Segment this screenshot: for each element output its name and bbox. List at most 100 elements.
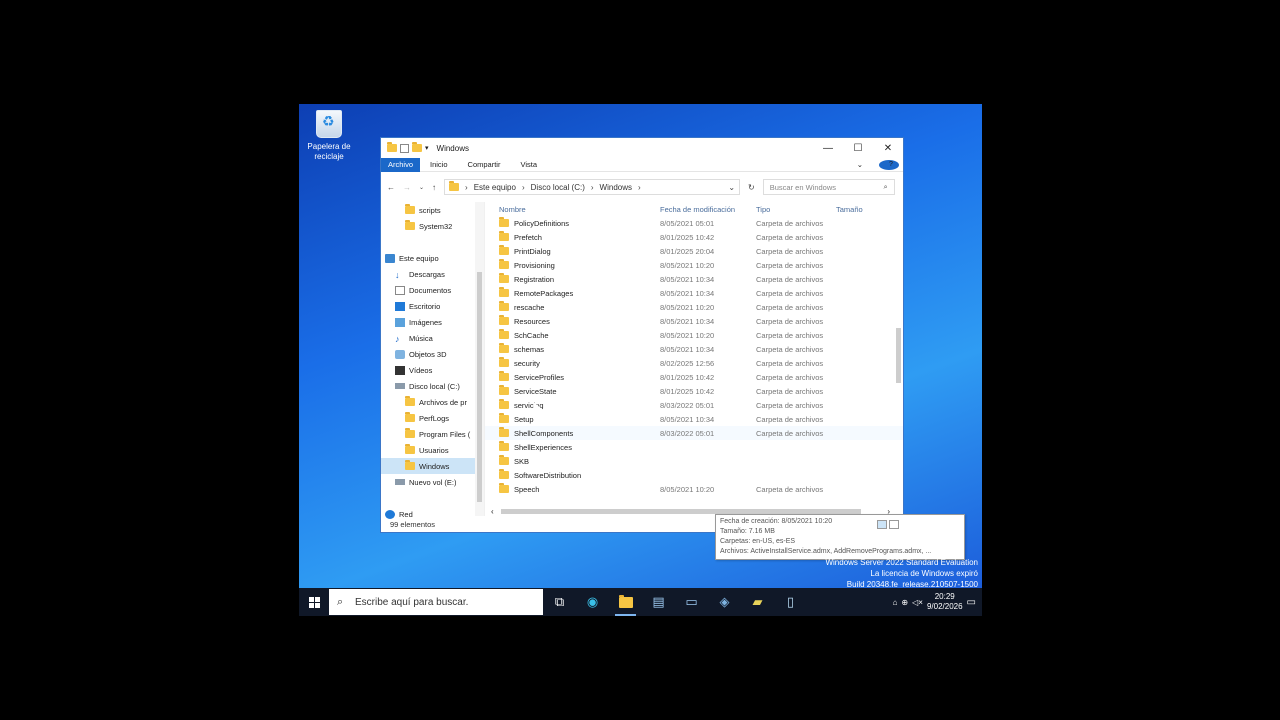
back-button[interactable]: ←: [387, 183, 395, 192]
address-bar[interactable]: › Este equipo › Disco local (C:) › Windo…: [444, 179, 741, 195]
globe-tray-icon[interactable]: ⊕: [901, 598, 908, 607]
objects-3d-icon: [395, 349, 405, 359]
large-icons-view-icon[interactable]: [889, 519, 899, 529]
recent-locations-icon[interactable]: ⌄: [419, 184, 424, 191]
recycle-bin[interactable]: Papelera de reciclaje: [305, 110, 353, 162]
nav-item[interactable]: Documentos: [381, 282, 484, 298]
file-row[interactable]: Registration 8/05/2021 10:34 Carpeta de ar…: [485, 272, 903, 286]
nav-item[interactable]: scripts: [381, 202, 484, 218]
clock[interactable]: 20:29 9/02/2026: [927, 592, 963, 612]
expand-ribbon-icon[interactable]: ⌄: [847, 160, 873, 170]
scroll-left-icon[interactable]: ‹: [485, 507, 494, 516]
breadcrumb-separator: ›: [638, 182, 641, 192]
pictures-icon: [395, 317, 405, 327]
file-row[interactable]: SchCache 8/05/2021 10:20 Carpeta de archiv…: [485, 328, 903, 342]
breadcrumb-este-equipo[interactable]: Este equipo: [474, 183, 516, 192]
edge-icon[interactable]: ◉: [576, 588, 609, 616]
help-icon[interactable]: ?: [879, 159, 899, 170]
minimize-button[interactable]: —: [813, 143, 843, 154]
scroll-thumb[interactable]: [896, 328, 901, 383]
details-view-icon[interactable]: [877, 519, 887, 529]
scroll-thumb[interactable]: [477, 272, 482, 502]
configuration-icon[interactable]: ◈: [708, 588, 741, 616]
tab-archivo[interactable]: Archivo: [381, 157, 421, 172]
file-row[interactable]: RemotePackages 8/05/2021 10:34 Carpeta de …: [485, 286, 903, 300]
nav-item[interactable]: Windows: [381, 458, 484, 474]
file-explorer-window: ▾ Windows — ☐ ✕ Archivo Inicio Compartir…: [380, 137, 965, 560]
taskbar-search[interactable]: ⌕ Escribe aquí para buscar.: [329, 589, 543, 615]
nav-item[interactable]: Usuarios: [381, 442, 484, 458]
nav-item[interactable]: PerfLogs: [381, 410, 484, 426]
nav-item[interactable]: System32: [381, 218, 484, 234]
column-fecha[interactable]: Fecha de modificación: [660, 205, 756, 214]
file-row[interactable]: Prefetch 8/01/2025 10:42 Carpeta de archiv…: [485, 230, 903, 244]
file-row[interactable]: schemas 8/05/2021 10:34 Carpeta de archivo…: [485, 342, 903, 356]
nav-item[interactable]: Archivos de pr: [381, 394, 484, 410]
file-list-scrollbar[interactable]: [894, 202, 903, 504]
tab-vista[interactable]: Vista: [510, 160, 547, 169]
file-row[interactable]: Setup 8/05/2021 10:34 Carpeta de archivos: [485, 412, 903, 426]
nav-scrollbar[interactable]: [475, 202, 484, 516]
file-row[interactable]: PolicyDefinitions 8/05/2021 05:01 Carpeta …: [485, 216, 903, 230]
file-row[interactable]: ServiceProfiles 8/01/2025 10:42 Carpeta de…: [485, 370, 903, 384]
file-row[interactable]: Speech 8/05/2021 10:20 Carpeta de archivos: [485, 482, 903, 496]
task-view-icon[interactable]: ⧉: [543, 588, 576, 616]
file-row[interactable]: security 8/02/2025 12:56 Carpeta de archiv…: [485, 356, 903, 370]
file-row[interactable]: ServiceState 8/01/2025 10:42 Carpeta de ar…: [485, 384, 903, 398]
file-name: RemotePackages: [514, 288, 574, 298]
tooltip-line: Carpetas: en-US, es-ES: [720, 538, 796, 545]
file-explorer-icon[interactable]: [609, 588, 642, 616]
file-row[interactable]: rescache 8/05/2021 10:20 Carpeta de archiv…: [485, 300, 903, 314]
file-type: Carpeta de archivos: [756, 218, 824, 228]
nav-item[interactable]: Imágenes: [381, 314, 484, 330]
notepad-icon[interactable]: ▯: [774, 588, 807, 616]
nav-item[interactable]: Este equipo: [381, 250, 484, 266]
volume-muted-icon[interactable]: ◁×: [912, 598, 923, 607]
file-date: 8/01/2025 10:42: [660, 386, 715, 396]
network-tray-icon[interactable]: ⌂: [893, 598, 898, 607]
file-row[interactable]: servicing 8/03/2022 05:01 Carpeta de archi…: [485, 398, 903, 412]
folder-icon: [499, 399, 509, 409]
file-row[interactable]: SoftwareDistribution: [485, 468, 903, 482]
refresh-icon[interactable]: ↻: [748, 183, 755, 192]
column-tamano[interactable]: Tamaño: [836, 205, 886, 214]
nav-item[interactable]: Program Files (: [381, 426, 484, 442]
server-manager-icon[interactable]: ▤: [642, 588, 675, 616]
file-row[interactable]: ShellExperiences: [485, 440, 903, 454]
up-button[interactable]: ↑: [432, 183, 436, 192]
chevron-down-icon[interactable]: ▾: [425, 144, 429, 153]
nav-item[interactable]: ♪ Música: [381, 330, 484, 346]
tab-inicio[interactable]: Inicio: [420, 160, 458, 169]
new-folder-icon[interactable]: [412, 141, 422, 152]
drive-tool-icon[interactable]: ▰: [741, 588, 774, 616]
nav-item[interactable]: Objetos 3D: [381, 346, 484, 362]
address-dropdown-icon[interactable]: ⌄: [728, 183, 735, 192]
column-nombre[interactable]: Nombre: [485, 205, 660, 214]
breadcrumb-windows[interactable]: Windows: [600, 183, 632, 192]
nav-item[interactable]: ↓ Descargas: [381, 266, 484, 282]
file-row[interactable]: PrintDialog 8/01/2025 20:04 Carpeta de arc…: [485, 244, 903, 258]
forward-button[interactable]: →: [403, 183, 411, 192]
file-row[interactable]: ShellComponents 8/03/2022 05:01 Carpeta de…: [485, 426, 903, 440]
file-type: Carpeta de archivos: [756, 330, 824, 340]
taskbar: ⌕ Escribe aquí para buscar. ⧉ ◉ ▤ ▭ ◈ ▰ …: [299, 588, 982, 616]
file-row[interactable]: SKB: [485, 454, 903, 468]
properties-icon[interactable]: [400, 143, 409, 153]
nav-item[interactable]: Escritorio: [381, 298, 484, 314]
remote-desktop-icon[interactable]: ▭: [675, 588, 708, 616]
breadcrumb-disco-local[interactable]: Disco local (C:): [531, 183, 585, 192]
nav-item-label: Descargas: [409, 269, 445, 279]
notifications-icon[interactable]: ▭: [967, 597, 976, 608]
close-button[interactable]: ✕: [873, 143, 903, 154]
maximize-button[interactable]: ☐: [843, 143, 873, 154]
file-row[interactable]: Resources 8/05/2021 10:34 Carpeta de archi…: [485, 314, 903, 328]
nav-item[interactable]: Vídeos: [381, 362, 484, 378]
column-tipo[interactable]: Tipo: [756, 205, 836, 214]
nav-item[interactable]: Nuevo vol (E:): [381, 474, 484, 490]
start-button[interactable]: [299, 588, 329, 616]
tab-compartir[interactable]: Compartir: [458, 160, 511, 169]
search-input[interactable]: Buscar en Windows ⌕: [762, 179, 895, 195]
nav-item[interactable]: Disco local (C:): [381, 378, 484, 394]
file-row[interactable]: Provisioning 8/05/2021 10:20 Carpeta de ar…: [485, 258, 903, 272]
